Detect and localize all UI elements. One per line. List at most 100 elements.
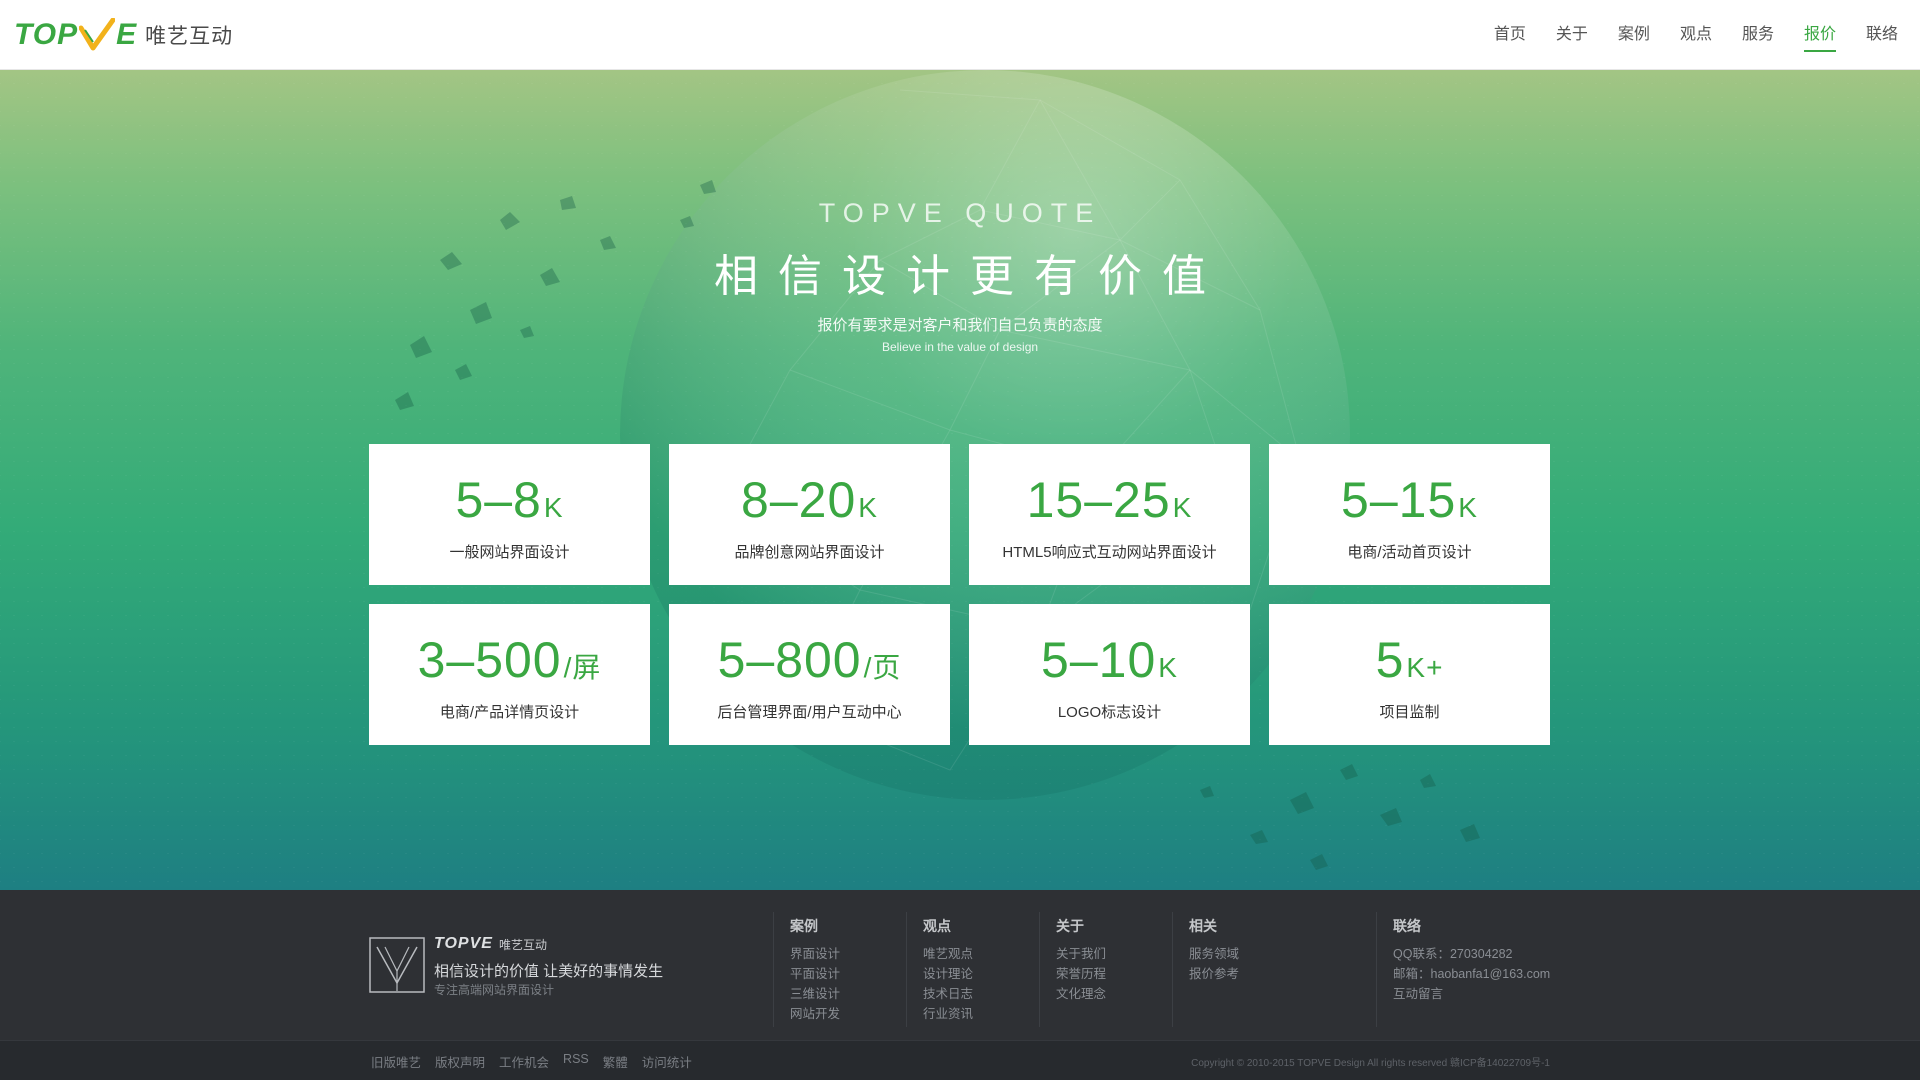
hero-eyebrow: TOPVE QUOTE <box>818 198 1102 228</box>
price-label: 品牌创意网站界面设计 <box>734 544 885 561</box>
hero-subtitle: 报价有要求是对客户和我们自己负责的态度 <box>817 317 1103 334</box>
price-range: 5–15 <box>1341 472 1457 528</box>
price-unit: K <box>1158 652 1178 683</box>
nav-item-about[interactable]: 关于 <box>1556 0 1588 70</box>
footer-bottom-link-rss[interactable]: RSS <box>563 1052 589 1071</box>
logo-v-mark-icon <box>79 18 116 51</box>
footer-bottom-link-stats[interactable]: 访问统计 <box>642 1052 692 1071</box>
price-range: 3–500 <box>417 632 562 688</box>
price-range: 5 <box>1375 632 1405 688</box>
footer-col-about: 关于 关于我们 荣誉历程 文化理念 <box>1039 912 1106 1027</box>
footer-link[interactable]: 文化理念 <box>1056 984 1106 1004</box>
price-value: 5–10K <box>969 634 1250 694</box>
price-unit: K+ <box>1406 652 1444 683</box>
footer-brand-chinese: 唯艺互动 <box>498 937 547 952</box>
footer-brand: TOPVE 唯艺互动 <box>434 935 547 953</box>
footer-link[interactable]: 唯艺观点 <box>923 944 973 964</box>
footer-bottom-links: 旧版唯艺 版权声明 工作机会 RSS 繁體 访问统计 <box>371 1052 706 1071</box>
footer-brand-wordmark: TOPVE <box>434 935 493 952</box>
price-range: 5–800 <box>717 632 862 688</box>
price-card-html5-responsive[interactable]: 15–25K HTML5响应式互动网站界面设计 <box>969 444 1250 585</box>
hero-subtitle-en: Believe in the value of design <box>881 340 1039 354</box>
price-label: 一般网站界面设计 <box>449 544 570 561</box>
price-unit: K <box>858 492 878 523</box>
price-range: 8–20 <box>741 472 857 528</box>
footer-slogan: 相信设计的价值 让美好的事情发生 <box>434 963 664 980</box>
site-header: TOP E 唯艺互动 首页 关于 案例 观点 服务 报价 联络 <box>0 0 1920 70</box>
footer-link[interactable]: 界面设计 <box>790 944 840 964</box>
footer-col-cases: 案例 界面设计 平面设计 三维设计 网站开发 <box>773 912 840 1027</box>
price-card-general-web[interactable]: 5–8K 一般网站界面设计 <box>369 444 650 585</box>
footer-col-title: 观点 <box>923 918 951 934</box>
price-card-admin-ui[interactable]: 5–800/页 后台管理界面/用户互动中心 <box>669 604 950 745</box>
footer-message-link[interactable]: 互动留言 <box>1393 984 1550 1004</box>
nav-item-services[interactable]: 服务 <box>1742 0 1774 70</box>
nav-item-contact[interactable]: 联络 <box>1866 0 1898 70</box>
price-value: 3–500/屏 <box>369 634 650 694</box>
footer-bottom-link-copyright[interactable]: 版权声明 <box>435 1052 485 1071</box>
logo-chinese-name: 唯艺互动 <box>145 25 234 48</box>
footer-col-title: 案例 <box>790 918 818 934</box>
price-value: 5–8K <box>369 474 650 534</box>
price-label: 电商/活动首页设计 <box>1347 544 1472 561</box>
price-value: 15–25K <box>969 474 1250 534</box>
footer-link[interactable]: 三维设计 <box>790 984 840 1004</box>
price-label: HTML5响应式互动网站界面设计 <box>1002 544 1217 561</box>
footer-bottom-link-jobs[interactable]: 工作机会 <box>499 1052 549 1071</box>
price-unit: K <box>1172 492 1193 523</box>
main-nav: 首页 关于 案例 观点 服务 报价 联络 <box>1464 0 1898 70</box>
price-card-ecommerce-home[interactable]: 5–15K 电商/活动首页设计 <box>1269 444 1550 585</box>
footer-slogan-sub: 专注高端网站界面设计 <box>434 983 555 997</box>
logo-wordmark-left: TOP <box>14 18 79 51</box>
footer-email[interactable]: 邮箱：haobanfa1@163.com <box>1393 964 1550 984</box>
price-card-product-detail[interactable]: 3–500/屏 电商/产品详情页设计 <box>369 604 650 745</box>
price-card-grid: 5–8K 一般网站界面设计 8–20K 品牌创意网站界面设计 15–25K HT… <box>369 444 1551 745</box>
footer-col-contact: 联络 QQ联系：270304282 邮箱：haobanfa1@163.com 互… <box>1376 912 1550 1027</box>
nav-item-views[interactable]: 观点 <box>1680 0 1712 70</box>
price-range: 15–25 <box>1026 472 1171 528</box>
footer-link[interactable]: 行业资讯 <box>923 1004 973 1024</box>
footer-col-title: 关于 <box>1056 918 1084 934</box>
price-label: 项目监制 <box>1379 704 1440 721</box>
nav-item-cases[interactable]: 案例 <box>1618 0 1650 70</box>
price-label: LOGO标志设计 <box>1057 704 1162 721</box>
price-range: 5–10 <box>1041 632 1157 688</box>
footer-bottom-link-traditional[interactable]: 繁體 <box>603 1052 628 1071</box>
site-footer: TOPVE 唯艺互动 相信设计的价值 让美好的事情发生 专注高端网站界面设计 案… <box>0 890 1920 1040</box>
footer-link[interactable]: 荣誉历程 <box>1056 964 1106 984</box>
price-label: 后台管理界面/用户互动中心 <box>717 704 902 721</box>
footer-link[interactable]: 报价参考 <box>1189 964 1239 984</box>
footer-link[interactable]: 服务领域 <box>1189 944 1239 964</box>
price-value: 8–20K <box>669 474 950 534</box>
footer-col-title: 相关 <box>1189 918 1217 934</box>
price-unit: K <box>1458 492 1478 523</box>
footer-qq-contact[interactable]: QQ联系：270304282 <box>1393 944 1550 964</box>
footer-col-related: 相关 服务领域 报价参考 <box>1172 912 1239 1027</box>
price-value: 5K+ <box>1269 634 1550 694</box>
price-card-project-supervision[interactable]: 5K+ 项目监制 <box>1269 604 1550 745</box>
footer-copyright: Copyright © 2010-2015 TOPVE Design All r… <box>1191 1058 1550 1069</box>
price-card-logo-design[interactable]: 5–10K LOGO标志设计 <box>969 604 1250 745</box>
footer-link[interactable]: 平面设计 <box>790 964 840 984</box>
quote-hero: TOPVE QUOTE 相信设计更有价值 报价有要求是对客户和我们自己负责的态度… <box>0 70 1920 890</box>
footer-bottom-bar: 旧版唯艺 版权声明 工作机会 RSS 繁體 访问统计 Copyright © 2… <box>0 1040 1920 1080</box>
nav-item-home[interactable]: 首页 <box>1494 0 1526 70</box>
price-value: 5–15K <box>1269 474 1550 534</box>
footer-col-title: 联络 <box>1393 918 1421 934</box>
price-unit: K <box>543 492 564 523</box>
price-label: 电商/产品详情页设计 <box>439 704 580 721</box>
footer-logo-emblem-icon <box>369 937 425 993</box>
price-range: 5–8 <box>455 472 542 528</box>
price-value: 5–800/页 <box>669 634 950 694</box>
footer-link[interactable]: 设计理论 <box>923 964 973 984</box>
price-card-brand-web[interactable]: 8–20K 品牌创意网站界面设计 <box>669 444 950 585</box>
site-logo[interactable]: TOP E 唯艺互动 <box>14 14 233 56</box>
nav-item-quote[interactable]: 报价 <box>1803 0 1836 70</box>
footer-bottom-link-old-site[interactable]: 旧版唯艺 <box>371 1052 421 1071</box>
footer-link[interactable]: 关于我们 <box>1056 944 1106 964</box>
footer-link[interactable]: 网站开发 <box>790 1004 840 1024</box>
hero-title: 相信设计更有价值 <box>714 252 1226 301</box>
price-unit: /页 <box>863 652 902 683</box>
price-unit: /屏 <box>563 652 602 683</box>
footer-link[interactable]: 技术日志 <box>923 984 973 1004</box>
